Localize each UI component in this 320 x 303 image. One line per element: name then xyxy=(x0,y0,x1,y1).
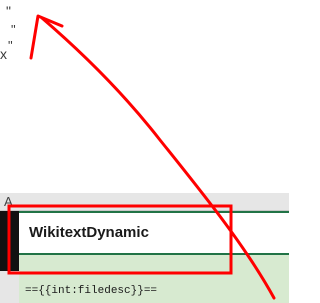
screenshot-region: " " " x A WikitextDynamic =={{int:filede… xyxy=(0,0,289,303)
text-fragment-quote: " xyxy=(6,3,11,19)
text-fragment-x: x xyxy=(0,46,7,62)
next-row-cell[interactable]: =={{int:filedesc}}== xyxy=(19,255,289,303)
column-header-label: A xyxy=(4,194,13,209)
spreadsheet-grid: A WikitextDynamic =={{int:filedesc}}== xyxy=(0,193,289,303)
column-header[interactable]: A xyxy=(0,193,289,211)
cell-value: =={{int:filedesc}}== xyxy=(25,285,158,297)
active-cell[interactable]: WikitextDynamic xyxy=(19,211,289,255)
cell-value: WikitextDynamic xyxy=(29,224,149,241)
text-fragment-quote: " xyxy=(8,38,13,53)
row-header-gutter-lower[interactable] xyxy=(0,271,19,303)
arrowhead-icon xyxy=(29,14,64,60)
text-fragment-quote: " xyxy=(11,22,16,37)
